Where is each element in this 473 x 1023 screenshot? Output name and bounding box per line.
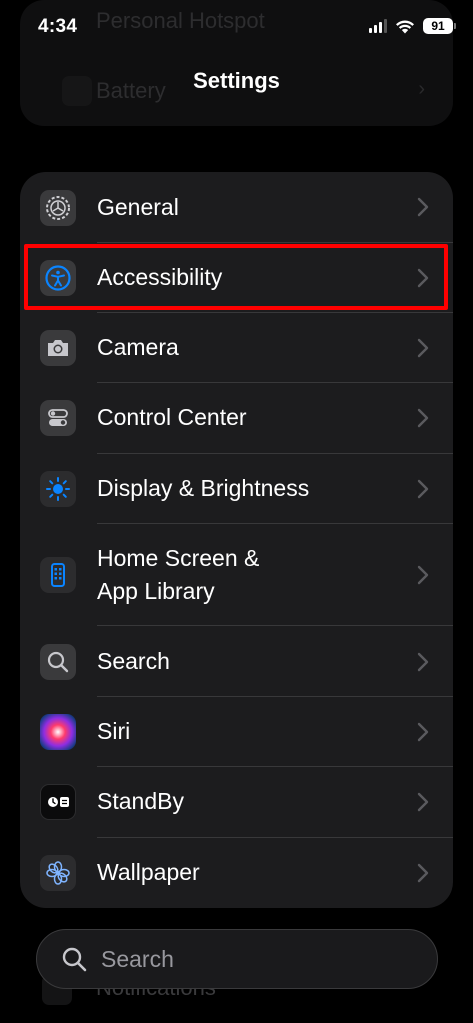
- battery-indicator: 91: [423, 18, 456, 34]
- settings-item-standby[interactable]: StandBy: [20, 767, 453, 838]
- chevron-right-icon: [417, 652, 429, 672]
- settings-item-display-brightness[interactable]: Display & Brightness: [20, 454, 453, 524]
- settings-item-general[interactable]: General: [20, 172, 453, 243]
- search-icon: [40, 644, 76, 680]
- settings-item-wallpaper[interactable]: Wallpaper: [20, 838, 453, 908]
- chevron-right-icon: [417, 565, 429, 585]
- chevron-right-icon: [417, 338, 429, 358]
- cellular-signal-icon: [369, 19, 387, 33]
- search-input[interactable]: Search: [101, 946, 174, 973]
- settings-item-label: Display & Brightness: [97, 475, 310, 501]
- search-icon: [62, 947, 87, 972]
- sun-icon: [40, 471, 76, 507]
- settings-item-label: Control Center: [97, 404, 247, 430]
- chevron-right-icon: [417, 197, 429, 217]
- chevron-right-icon: [417, 722, 429, 742]
- camera-icon: [40, 330, 76, 366]
- page-title: Settings: [193, 68, 280, 93]
- settings-item-search[interactable]: Search: [20, 626, 453, 697]
- settings-item-siri[interactable]: Siri: [20, 697, 453, 767]
- settings-item-label: Siri: [97, 718, 131, 744]
- settings-item-label: Camera: [97, 334, 179, 360]
- phone-grid-icon: [40, 557, 76, 593]
- settings-item-control-center[interactable]: Control Center: [20, 383, 453, 454]
- settings-item-home-screen[interactable]: Home Screen & App Library: [20, 524, 453, 626]
- settings-item-label: Wallpaper: [97, 859, 200, 885]
- chevron-right-icon: [417, 792, 429, 812]
- siri-icon: [40, 714, 76, 750]
- chevron-right-icon: [417, 408, 429, 428]
- settings-item-label: Home Screen &: [97, 545, 260, 571]
- chevron-right-icon: [417, 863, 429, 883]
- wifi-icon: [396, 20, 414, 33]
- flower-icon: [40, 855, 76, 891]
- settings-item-label: General: [97, 194, 179, 220]
- highlight-box: [24, 244, 448, 310]
- settings-item-label: Search: [97, 648, 170, 674]
- status-icons: 91: [369, 18, 456, 34]
- status-bar: 4:34 91: [0, 0, 473, 60]
- settings-item-label: App Library: [97, 578, 215, 604]
- status-time: 4:34: [38, 16, 78, 37]
- settings-item-label: StandBy: [97, 788, 184, 814]
- chevron-right-icon: [417, 479, 429, 499]
- standby-icon: [40, 784, 76, 820]
- search-bar[interactable]: Search: [36, 929, 438, 989]
- toggles-icon: [40, 400, 76, 436]
- settings-item-camera[interactable]: Camera: [20, 313, 453, 383]
- gear-icon: [40, 190, 76, 226]
